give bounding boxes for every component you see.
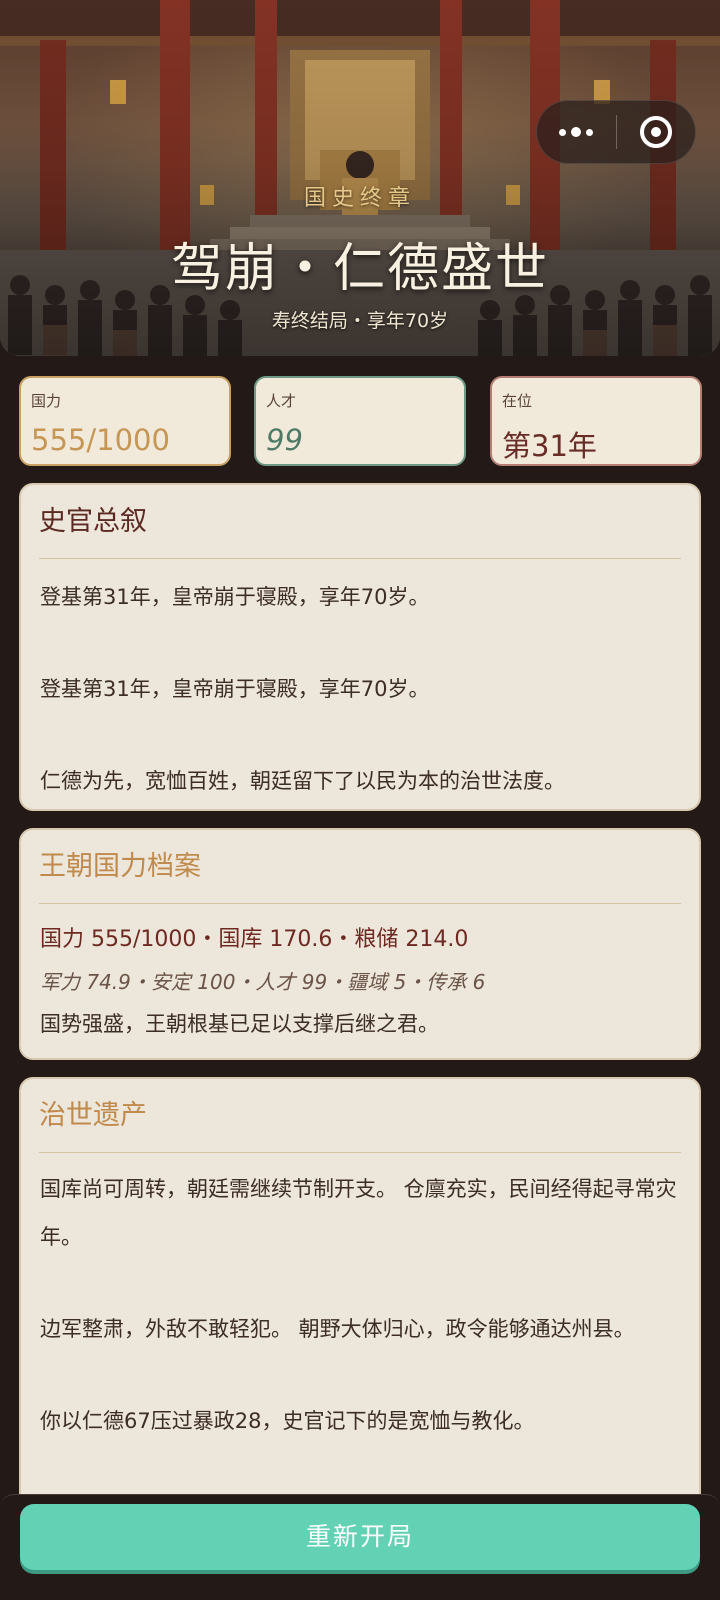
hero-kicker: 国史终章	[303, 186, 416, 211]
chronicle-paragraph: 仁德为先，宽恤百姓，朝廷留下了以民为本的治世法度。	[40, 769, 565, 793]
chronicle-paragraph: 登基第31年，皇帝崩于寝殿，享年70岁。	[40, 677, 430, 701]
chronicle-card: 史官总叙 登基第31年，皇帝崩于寝殿，享年70岁。 登基第31年，皇帝崩于寝殿，…	[19, 483, 701, 811]
stat-card-national-power: 国力 555/1000	[19, 376, 231, 466]
legacy-paragraph: 边军整肃，外敌不敢轻犯。 朝野大体归心，政令能够通达州县。	[40, 1317, 635, 1341]
stat-label: 国力	[31, 392, 62, 410]
archive-summary: 国势强盛，王朝根基已足以支撑后继之君。	[40, 1012, 439, 1036]
legacy-paragraph: 国库尚可周转，朝廷需继续节制开支。 仓廪充实，民间经得起寻常灾年。	[40, 1177, 677, 1249]
stat-value: 555/1000	[31, 423, 170, 457]
stat-value: 第31年	[502, 429, 597, 463]
chronicle-paragraph: 登基第31年，皇帝崩于寝殿，享年70岁。	[40, 585, 430, 609]
stat-label: 在位	[502, 392, 533, 410]
hero-shade	[0, 0, 720, 356]
more-button[interactable]	[537, 101, 616, 163]
restart-button[interactable]: 重新开局	[20, 1504, 700, 1570]
ending-title: 驾崩・仁德盛世	[170, 239, 549, 299]
dynasty-archive-card: 王朝国力档案 国力 555/1000・国库 170.6・粮储 214.0 军力 …	[19, 828, 701, 1060]
ending-subtitle: 寿终结局・享年70岁	[271, 310, 449, 332]
card-title: 史官总叙	[39, 485, 681, 559]
stat-card-reign: 在位 第31年	[490, 376, 702, 466]
target-circle-icon	[639, 116, 672, 148]
stat-value: 99	[266, 423, 303, 457]
close-button[interactable]	[617, 101, 696, 163]
card-title: 王朝国力档案	[39, 830, 681, 904]
legacy-paragraph: 你以仁德67压过暴政28，史官记下的是宽恤与教化。	[40, 1409, 535, 1433]
stat-card-talent: 人才 99	[254, 376, 466, 466]
archive-sub-stats: 军力 74.9・安定 100・人才 99・疆域 5・传承 6	[40, 970, 486, 994]
hero-banner: 国史终章 驾崩・仁德盛世 寿终结局・享年70岁	[0, 0, 720, 356]
stat-label: 人才	[266, 392, 297, 410]
more-dots-icon	[559, 127, 594, 137]
card-title: 治世遗产	[39, 1079, 681, 1153]
archive-main-stats: 国力 555/1000・国库 170.6・粮储 214.0	[40, 927, 469, 952]
mini-program-capsule	[536, 100, 696, 164]
